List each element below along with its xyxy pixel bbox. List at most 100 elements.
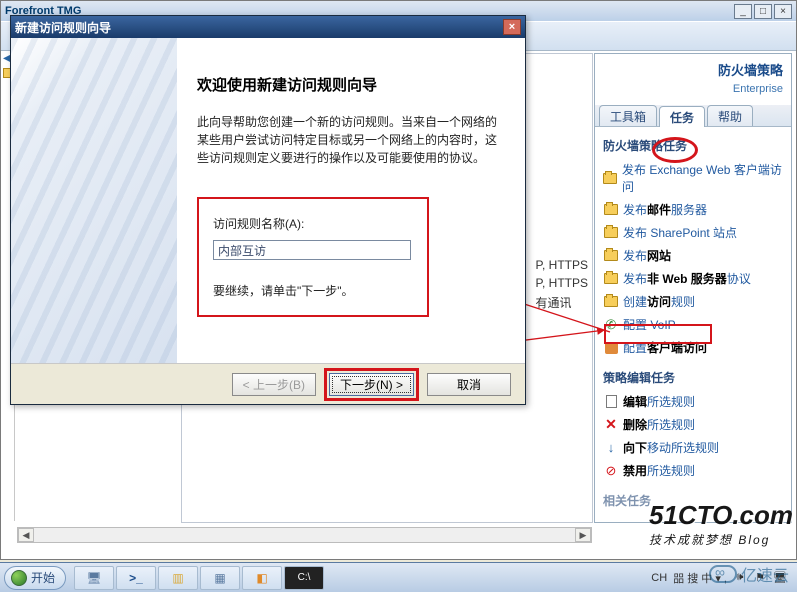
folder-icon [603, 173, 617, 184]
annotation-rect-form: 访问规则名称(A): 要继续，请单击"下一步"。 [197, 197, 429, 317]
taskbar-item-explorer[interactable]: ▥ [158, 566, 198, 590]
task-label: 禁用所选规则 [623, 462, 695, 479]
wizard-footer: < 上一步(B) 下一步(N) > 取消 [11, 364, 525, 404]
task-configure-voip[interactable]: ✆ 配置 VoIP [603, 313, 783, 336]
task-label: 发布 SharePoint 站点 [623, 224, 737, 241]
task-publish-nonweb[interactable]: 发布非 Web 服务器协议 [603, 267, 783, 290]
section-edit-tasks: 策略编辑任务 [603, 369, 783, 386]
task-label: 编辑所选规则 [623, 393, 695, 410]
task-label: 发布非 Web 服务器协议 [623, 270, 751, 287]
ime-indicator[interactable]: 㗊 搜 中 ▾ , [673, 570, 727, 586]
wizard-hint: 要继续，请单击"下一步"。 [213, 282, 413, 299]
folder-icon [604, 227, 618, 238]
voip-icon: ✆ [603, 318, 619, 332]
wizard-sidebar-graphic [11, 38, 177, 363]
task-configure-client[interactable]: 配置客户端访问 [603, 336, 783, 359]
wizard-close-button[interactable]: × [503, 19, 521, 35]
folder-icon [604, 273, 618, 284]
taskbar-item-server[interactable]: 🖥 [74, 566, 114, 590]
taskbar-item-desktop[interactable]: ▦ [200, 566, 240, 590]
system-tray: CH 㗊 搜 中 ▾ , 🕪 ⚑ 🖥 [651, 570, 793, 586]
task-pane: 防火墙策略 Enterprise 工具箱 任务 帮助 防火墙策略任务 发布 Ex… [594, 53, 792, 523]
taskbar-items: 🖥 >_ ▥ ▦ ◧ C:\ [74, 566, 324, 590]
disable-icon: ⊘ [603, 464, 619, 478]
tray-icon-2[interactable]: ⚑ [753, 571, 767, 585]
scroll-left-button[interactable]: ◀ [18, 528, 34, 542]
new-access-rule-wizard: 新建访问规则向导 × 欢迎使用新建访问规则向导 此向导帮助您创建一个新的访问规则… [10, 15, 526, 405]
rule-name-input[interactable] [213, 240, 411, 260]
task-label: 创建访问规则 [623, 293, 695, 310]
wizard-titlebar[interactable]: 新建访问规则向导 × [11, 16, 525, 38]
task-pane-tabs: 工具箱 任务 帮助 [595, 105, 791, 127]
powershell-icon: >_ [129, 571, 143, 585]
wizard-content: 欢迎使用新建访问规则向导 此向导帮助您创建一个新的访问规则。当来自一个网络的某些… [177, 38, 525, 363]
task-publish-exchange[interactable]: 发布 Exchange Web 客户端访问 [603, 158, 783, 198]
taskbar-item-powershell[interactable]: >_ [116, 566, 156, 590]
tray-icon-1[interactable]: 🕪 [733, 571, 747, 585]
app-minimize-button[interactable]: _ [734, 4, 752, 19]
firewall-task-list: 发布 Exchange Web 客户端访问 发布邮件服务器 发布 SharePo… [595, 158, 791, 359]
folder-icon [604, 250, 618, 261]
folder-icon [604, 204, 618, 215]
server-icon: 🖥 [86, 571, 101, 585]
task-pane-subtitle: Enterprise [603, 83, 783, 95]
folder-icon [604, 296, 618, 307]
delete-icon: ✕ [603, 418, 619, 432]
task-publish-website[interactable]: 发布网站 [603, 244, 783, 267]
task-delete-rule[interactable]: ✕ 删除所选规则 [603, 413, 783, 436]
app-close-button[interactable]: × [774, 4, 792, 19]
section-related-tasks: 相关任务 [603, 492, 783, 509]
policy-cell-protocol-2: P, HTTPS [536, 276, 588, 290]
cmd-icon: C:\ [298, 572, 311, 583]
wizard-body: 欢迎使用新建访问规则向导 此向导帮助您创建一个新的访问规则。当来自一个网络的某些… [11, 38, 525, 364]
policy-cell-traffic: 有通讯 [536, 294, 588, 311]
task-pane-header: 防火墙策略 Enterprise [595, 54, 791, 99]
section-firewall-tasks: 防火墙策略任务 [603, 137, 783, 154]
cancel-button[interactable]: 取消 [427, 373, 511, 396]
scroll-right-button[interactable]: ▶ [575, 528, 591, 542]
task-publish-mail[interactable]: 发布邮件服务器 [603, 198, 783, 221]
desktop-icon: ▦ [214, 571, 225, 585]
policy-cell-protocol-1: P, HTTPS [536, 258, 588, 272]
task-label: 配置 VoIP [623, 316, 676, 333]
tmg-icon: ◧ [256, 571, 267, 585]
back-button: < 上一步(B) [232, 373, 316, 396]
task-label: 向下移动所选规则 [623, 439, 719, 456]
edit-task-list: 编辑所选规则 ✕ 删除所选规则 ↓ 向下移动所选规则 ⊘ 禁用所选规则 [595, 390, 791, 482]
tray-icon-3[interactable]: 🖥 [773, 571, 787, 585]
edit-icon [606, 395, 617, 408]
task-edit-rule[interactable]: 编辑所选规则 [603, 390, 783, 413]
task-publish-sharepoint[interactable]: 发布 SharePoint 站点 [603, 221, 783, 244]
app-maximize-button[interactable]: □ [754, 4, 772, 19]
policy-row-fragment: P, HTTPS P, HTTPS 有通讯 [536, 254, 588, 315]
tab-tasks[interactable]: 任务 [659, 106, 705, 127]
taskbar-item-tmg[interactable]: ◧ [242, 566, 282, 590]
annotation-rect-next: 下一步(N) > [324, 368, 419, 401]
task-label: 发布邮件服务器 [623, 201, 707, 218]
ime-lang[interactable]: CH [651, 572, 667, 584]
taskbar: 开始 🖥 >_ ▥ ▦ ◧ C:\ CH 㗊 搜 中 ▾ , 🕪 ⚑ 🖥 [0, 562, 797, 592]
task-move-down[interactable]: ↓ 向下移动所选规则 [603, 436, 783, 459]
task-label: 配置客户端访问 [623, 339, 707, 356]
task-label: 发布网站 [623, 247, 671, 264]
horizontal-scrollbar[interactable]: ◀ ▶ [17, 527, 592, 543]
arrow-down-icon: ↓ [603, 441, 619, 455]
task-label: 删除所选规则 [623, 416, 695, 433]
task-pane-title: 防火墙策略 [603, 60, 783, 79]
next-button[interactable]: 下一步(N) > [329, 373, 414, 396]
start-button[interactable]: 开始 [4, 566, 66, 590]
start-label: 开始 [31, 569, 55, 586]
start-orb-icon [11, 570, 27, 586]
wizard-heading: 欢迎使用新建访问规则向导 [197, 74, 505, 95]
task-disable-rule[interactable]: ⊘ 禁用所选规则 [603, 459, 783, 482]
task-label: 发布 Exchange Web 客户端访问 [622, 161, 783, 195]
tab-toolbox[interactable]: 工具箱 [599, 105, 657, 126]
rule-name-label: 访问规则名称(A): [213, 215, 413, 232]
task-create-access-rule[interactable]: 创建访问规则 [603, 290, 783, 313]
taskbar-item-cmd[interactable]: C:\ [284, 566, 324, 590]
scroll-track[interactable] [34, 528, 575, 542]
client-icon [605, 342, 618, 354]
wizard-title: 新建访问规则向导 [15, 19, 503, 36]
explorer-icon: ▥ [172, 571, 183, 585]
tab-help[interactable]: 帮助 [707, 105, 753, 126]
